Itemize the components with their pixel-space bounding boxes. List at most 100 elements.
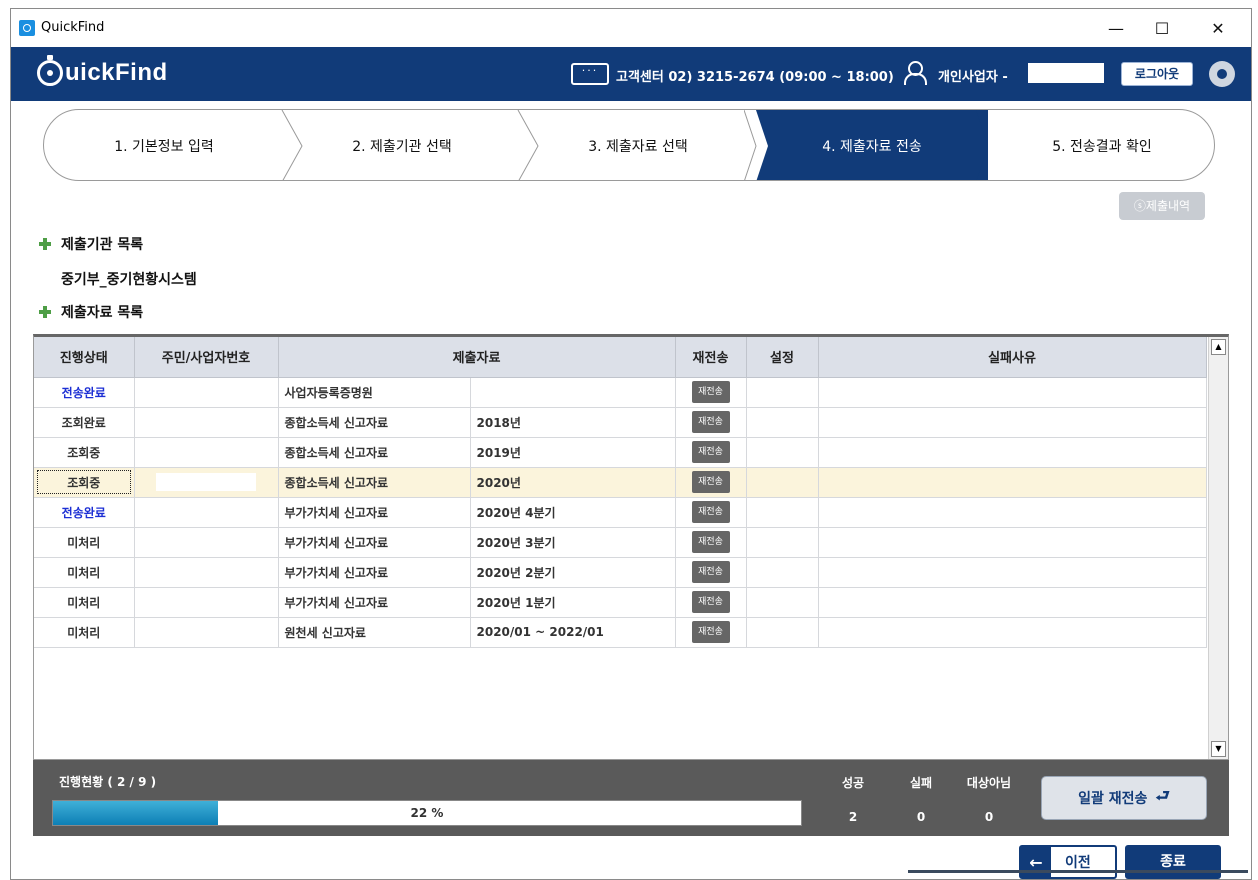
period-cell [470,377,676,408]
vertical-scrollbar[interactable]: ▲ ▼ [1208,337,1228,759]
resend-button[interactable]: 재전송 [691,501,730,523]
failure-reason-cell [818,587,1207,618]
submission-history-button[interactable]: ⓢ제출내역 [1119,192,1205,220]
prev-button[interactable]: ← 이전 [1019,845,1117,879]
settings-cell [746,617,819,648]
table-row[interactable]: 조회완료 종합소득세 신고자료 2018년 재전송 [34,407,1207,438]
settings-cell [746,407,819,438]
table-row[interactable]: 미처리 부가가치세 신고자료 2020년 2분기 재전송 [34,557,1207,588]
agency-section-title: 제출기관 목록 [39,234,143,254]
stat-success-value: 2 [848,810,858,824]
stat-na-label: 대상아님 [966,776,1012,790]
document-cell: 부가가치세 신고자료 [278,497,471,528]
logout-button[interactable]: 로그아웃 [1121,62,1193,86]
settings-cell [746,467,819,498]
window-title: QuickFind [41,20,105,35]
close-button[interactable]: ✕ [1195,9,1241,47]
app-window: QuickFind — ☐ ✕ uickFind ··· 고객센터 02) 32… [10,8,1252,880]
table-row[interactable]: 조회중 종합소득세 신고자료 2020년 재전송 [34,467,1207,498]
period-cell: 2020년 3분기 [470,527,676,558]
app-header: uickFind ··· 고객센터 02) 3215-2674 (09:00 ~… [11,47,1251,101]
scroll-up-arrow-icon[interactable]: ▲ [1211,339,1226,355]
header-status: 진행상태 [34,337,135,378]
period-cell: 2020년 2분기 [470,557,676,588]
settings-cell [746,437,819,468]
resend-cell: 재전송 [675,407,747,438]
settings-cell [746,587,819,618]
logo-stopwatch-icon [37,55,63,86]
resend-button[interactable]: 재전송 [691,531,730,553]
id-cell [134,407,279,438]
status-cell: 미처리 [34,557,135,588]
resend-cell: 재전송 [675,437,747,468]
step-3: 3. 제출자료 선택 [588,139,688,155]
header-settings: 설정 [746,337,819,378]
resend-cell: 재전송 [675,587,747,618]
document-cell: 사업자등록증명원 [278,377,471,408]
resend-button[interactable]: 재전송 [691,561,730,583]
step-divider-3 [744,110,768,180]
period-cell: 2018년 [470,407,676,438]
resend-cell: 재전송 [675,467,747,498]
user-icon [904,61,927,85]
header-document: 제출자료 [278,337,676,378]
status-cell: 미처리 [34,527,135,558]
document-cell: 종합소득세 신고자료 [278,407,471,438]
resend-cell: 재전송 [675,497,747,528]
data-section-title: 제출자료 목록 [39,302,143,322]
resend-button[interactable]: 재전송 [691,621,730,643]
table-row[interactable]: 미처리 부가가치세 신고자료 2020년 1분기 재전송 [34,587,1207,618]
progress-bar: 22 % [52,800,802,826]
table-row[interactable]: 미처리 원천세 신고자료 2020/01 ~ 2022/01 재전송 [34,617,1207,648]
step-divider-1 [281,110,303,180]
stat-success-label: 성공 [841,776,865,790]
failure-reason-cell [818,467,1207,498]
step-divider-2 [517,110,539,180]
document-cell: 종합소득세 신고자료 [278,467,471,498]
header-failure-reason: 실패사유 [818,337,1207,378]
agency-name: 중기부_중기현황시스템 [61,272,197,288]
resend-button[interactable]: 재전송 [691,381,730,403]
id-cell [134,377,279,408]
table-row[interactable]: 전송완료 부가가치세 신고자료 2020년 4분기 재전송 [34,497,1207,528]
table-row[interactable]: 전송완료 사업자등록증명원 재전송 [34,377,1207,408]
scroll-down-arrow-icon[interactable]: ▼ [1211,741,1226,757]
table-row[interactable]: 미처리 부가가치세 신고자료 2020년 3분기 재전송 [34,527,1207,558]
progress-panel: 진행현황 ( 2 / 9 ) 22 % 성공 실패 대상아님 2 0 0 일괄 … [33,760,1229,836]
resend-button[interactable]: 재전송 [691,471,730,493]
resend-button[interactable]: 재전송 [691,441,730,463]
minimize-button[interactable]: — [1093,9,1139,47]
header-id: 주민/사업자번호 [134,337,279,378]
document-cell: 종합소득세 신고자료 [278,437,471,468]
table-row[interactable]: 조회중 종합소득세 신고자료 2019년 재전송 [34,437,1207,468]
resend-cell: 재전송 [675,557,747,588]
step-1: 1. 기본정보 입력 [114,139,214,155]
status-cell: 조회중 [34,437,135,468]
failure-reason-cell [818,437,1207,468]
failure-reason-cell [818,407,1207,438]
period-cell: 2019년 [470,437,676,468]
status-cell: 미처리 [34,587,135,618]
logo-text: uickFind [65,59,168,86]
bulk-resend-button[interactable]: 일괄 재전송 ⮐ [1041,776,1207,820]
logo: uickFind [37,55,168,87]
document-cell: 부가가치세 신고자료 [278,557,471,588]
app-icon [19,20,35,36]
document-cell: 원천세 신고자료 [278,617,471,648]
stat-fail-label: 실패 [909,776,933,790]
resend-cell: 재전송 [675,527,747,558]
id-cell [134,527,279,558]
stat-fail-value: 0 [916,810,926,824]
maximize-button[interactable]: ☐ [1139,9,1185,47]
resend-button[interactable]: 재전송 [691,591,730,613]
failure-reason-cell [818,497,1207,528]
taskbar-edge [908,870,1248,873]
table-header-row: 진행상태 주민/사업자번호 제출자료 재전송 설정 실패사유 [34,337,1207,378]
end-button[interactable]: 종료 [1125,845,1221,879]
period-cell: 2020년 [470,467,676,498]
failure-reason-cell [818,527,1207,558]
id-cell [134,497,279,528]
resend-button[interactable]: 재전송 [691,411,730,433]
id-cell [134,467,279,498]
gear-icon[interactable] [1209,61,1235,87]
